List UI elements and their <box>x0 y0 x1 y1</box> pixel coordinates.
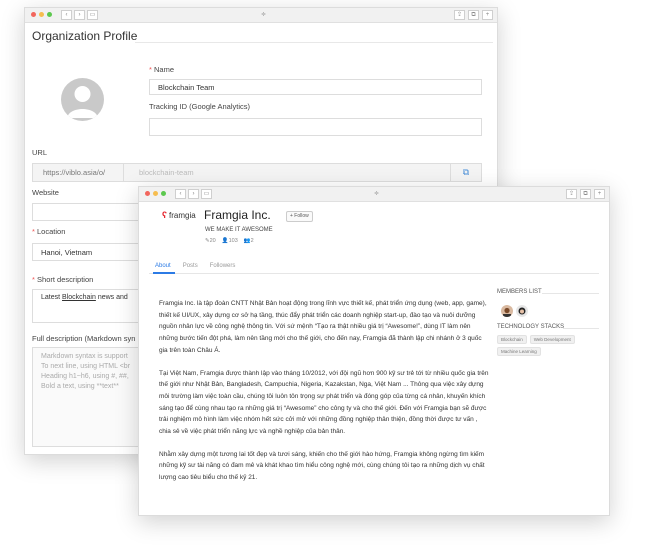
window-chrome: ‹ › ▭ ≑ ⇪ ⧉ + <box>139 187 609 202</box>
members-count: 2 <box>250 238 254 244</box>
title-divider <box>135 42 493 43</box>
new-tab-icon[interactable]: + <box>594 189 605 199</box>
posts-stat: ✎20 <box>205 238 216 244</box>
address-bar[interactable]: ≑ <box>261 11 266 18</box>
about-paragraph: Tại Việt Nam, Framgia được thành lập vào… <box>159 369 489 436</box>
about-content: Framgia Inc. là tập đoàn CNTT Nhật Bản h… <box>159 298 489 495</box>
tabs-icon[interactable]: ⧉ <box>468 10 479 20</box>
window-controls <box>145 191 166 196</box>
close-dot-icon[interactable] <box>31 12 36 17</box>
page-title: Organization Profile <box>32 29 138 43</box>
followers-count: 103 <box>228 238 238 244</box>
tab-followers[interactable]: Followers <box>210 263 236 269</box>
organization-slogan: WE MAKE IT AWESOME <box>205 227 273 233</box>
profile-tabs: About Posts Followers <box>155 263 235 269</box>
maximize-dot-icon[interactable] <box>47 12 52 17</box>
url-label: URL <box>32 148 48 157</box>
member-face-icon <box>503 307 511 317</box>
tech-tag[interactable]: Machine Learning <box>497 347 541 356</box>
short-desc-link: Blockchain <box>62 294 96 301</box>
tracking-id-field[interactable] <box>149 118 482 136</box>
url-field[interactable]: https://viblo.asia/o/ blockchain-team ⧉ <box>32 163 482 182</box>
window-controls <box>31 12 52 17</box>
tech-tag[interactable]: Web Development <box>529 335 575 344</box>
url-prefix: https://viblo.asia/o/ <box>43 168 106 177</box>
members-stat: 👥2 <box>244 238 254 244</box>
posts-count: 20 <box>209 238 216 244</box>
forward-arrow-icon[interactable]: › <box>74 10 85 20</box>
url-separator <box>123 164 124 181</box>
users-icon: 👥 <box>243 238 251 244</box>
member-face-icon <box>518 307 526 315</box>
nav-buttons: ‹ › ▭ <box>175 189 212 199</box>
window-chrome: ‹ › ▭ ≑ ⇪ ⧉ + <box>25 8 497 23</box>
short-desc-text: Latest <box>41 294 63 301</box>
website-label: Website <box>32 188 59 197</box>
window-tools: ⇪ ⧉ + <box>454 10 493 20</box>
member-avatar[interactable] <box>516 305 528 317</box>
tab-posts[interactable]: Posts <box>183 263 198 269</box>
window-tools: ⇪ ⧉ + <box>566 189 605 199</box>
location-label: * Location <box>32 227 66 236</box>
new-tab-icon[interactable]: + <box>482 10 493 20</box>
external-link-icon[interactable]: ⧉ <box>450 164 481 181</box>
about-paragraph: Nhằm xây dựng một tương lai tốt đẹp và t… <box>159 450 485 482</box>
tech-tags: Blockchain Web Development Machine Learn… <box>497 335 597 356</box>
about-paragraph: Framgia Inc. là tập đoàn CNTT Nhật Bản h… <box>159 300 487 354</box>
sidebar-icon[interactable]: ▭ <box>87 10 98 20</box>
forward-arrow-icon[interactable]: › <box>188 189 199 199</box>
sidebar-icon[interactable]: ▭ <box>201 189 212 199</box>
short-desc-text-end: news and <box>95 294 128 301</box>
minimize-dot-icon[interactable] <box>39 12 44 17</box>
nav-buttons: ‹ › ▭ <box>61 10 98 20</box>
back-arrow-icon[interactable]: ‹ <box>61 10 72 20</box>
tech-tag[interactable]: Blockchain <box>497 335 527 344</box>
tab-divider <box>149 273 599 274</box>
name-label: * Name <box>149 65 175 74</box>
technology-stacks-title: TECHNOLOGY STACKS <box>497 324 565 330</box>
address-bar[interactable]: ≑ <box>374 190 379 197</box>
tracking-label: Tracking ID (Google Analytics) <box>149 102 251 111</box>
close-dot-icon[interactable] <box>145 191 150 196</box>
share-icon[interactable]: ⇪ <box>454 10 465 20</box>
tech-divider <box>563 328 599 329</box>
maximize-dot-icon[interactable] <box>161 191 166 196</box>
members-list-title: MEMBERS LIST <box>497 289 542 295</box>
followers-stat: 👤103 <box>222 238 238 244</box>
organization-page-window: ‹ › ▭ ≑ ⇪ ⧉ + ʕ framgia Framgia Inc. + F… <box>138 186 610 516</box>
framgia-logo: ʕ framgia <box>162 210 196 220</box>
avatar[interactable] <box>61 78 104 121</box>
active-tab-indicator <box>153 272 175 274</box>
share-icon[interactable]: ⇪ <box>566 189 577 199</box>
full-description-label: Full description (Markdown syn <box>32 334 136 343</box>
default-user-icon <box>67 86 98 118</box>
members-divider <box>542 293 599 294</box>
user-icon: 👤 <box>221 238 229 244</box>
member-avatar[interactable] <box>501 305 513 317</box>
organization-stats: ✎20 👤103 👥2 <box>205 238 254 244</box>
framgia-logo-icon: ʕ <box>162 210 168 220</box>
logo-text: framgia <box>169 210 196 220</box>
organization-name: Framgia Inc. <box>204 208 271 222</box>
name-field[interactable]: Blockchain Team <box>149 79 482 95</box>
minimize-dot-icon[interactable] <box>153 191 158 196</box>
back-arrow-icon[interactable]: ‹ <box>175 189 186 199</box>
tabs-icon[interactable]: ⧉ <box>580 189 591 199</box>
tab-about[interactable]: About <box>155 263 171 269</box>
follow-button[interactable]: + Follow <box>286 211 313 222</box>
url-slug[interactable]: blockchain-team <box>139 168 194 177</box>
short-description-label: * Short description <box>32 275 94 284</box>
